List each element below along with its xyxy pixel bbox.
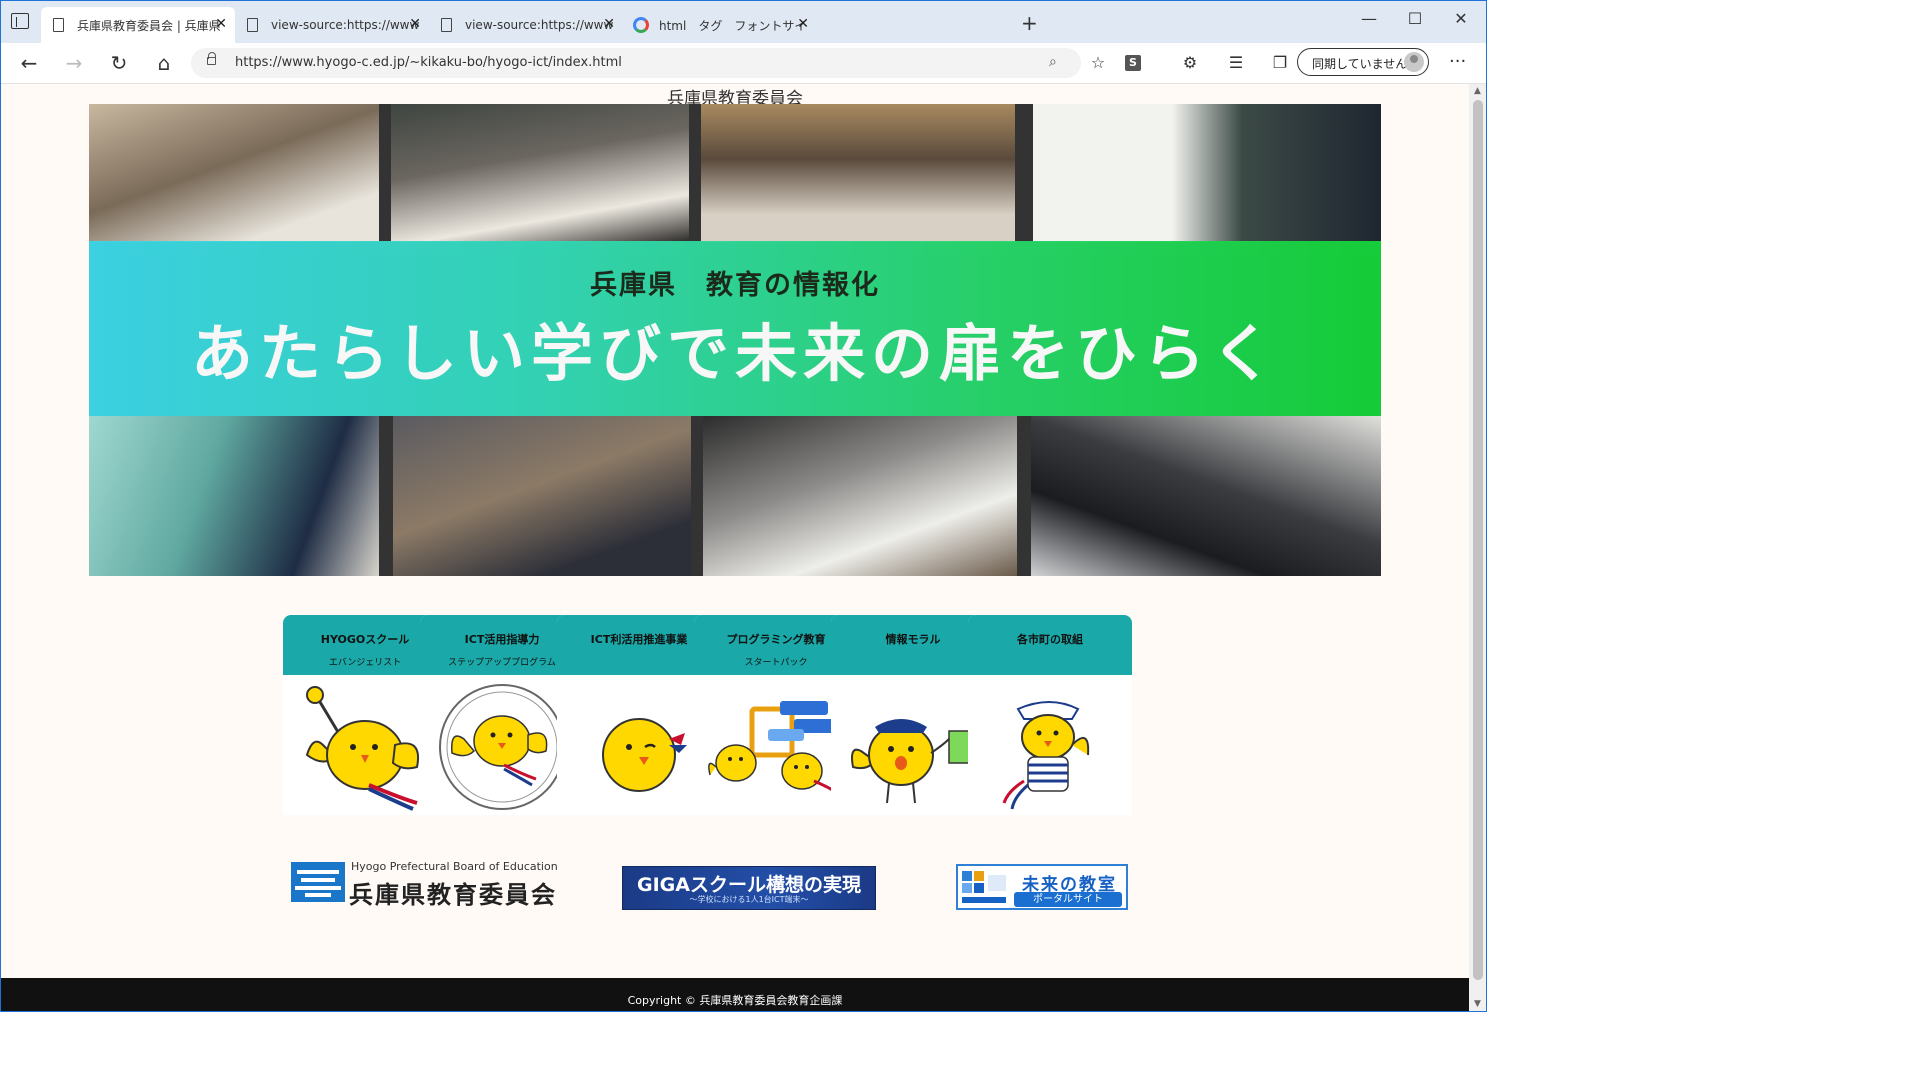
extensions-icon[interactable]: ⚙ [1177, 53, 1203, 72]
close-icon[interactable]: ✕ [215, 16, 227, 32]
tab-label: 兵庫県教育委員会 | 兵庫県 教育 [77, 18, 225, 33]
maximize-button[interactable]: ☐ [1395, 9, 1435, 28]
favorite-add-icon[interactable]: ☆ [1085, 53, 1111, 72]
collections-icon[interactable]: ❐ [1267, 53, 1293, 72]
document-icon [247, 18, 258, 32]
tab-hyogo-board[interactable]: 兵庫県教育委員会 | 兵庫県 教育 ✕ [41, 7, 235, 43]
classroom-photo [393, 416, 691, 576]
browser-window: 兵庫県教育委員会 | 兵庫県 教育 ✕ view-source:https://… [0, 0, 1487, 1012]
mascot-sailor-icon [1002, 701, 1090, 810]
reload-button[interactable]: ↻ [104, 51, 134, 75]
tab-google-search[interactable]: html タグ フォントサイズ - Googl ✕ [623, 7, 817, 43]
favorites-icon[interactable]: ☰ [1223, 53, 1249, 72]
future-classroom-link[interactable]: 未来の教室 ポータルサイト [956, 864, 1128, 910]
home-button[interactable]: ⌂ [149, 51, 179, 75]
hyogo-board-link[interactable]: Hyogo Prefectural Board of Education 兵庫県… [291, 860, 558, 909]
page-footer: Copyright © 兵庫県教育委員会教育企画課 [1, 978, 1469, 1011]
scroll-down-icon[interactable]: ▼ [1474, 999, 1481, 1009]
close-icon[interactable]: ✕ [603, 16, 615, 32]
tab-actions-icon[interactable] [11, 13, 29, 29]
scroll-up-icon[interactable]: ▲ [1474, 86, 1481, 96]
google-icon [633, 17, 649, 33]
banner-title: あたらしい学びで未来の扉をひらく [190, 317, 1279, 390]
hero-collage: 兵庫県 教育の情報化 あたらしい学びで未来の扉をひらく [89, 104, 1381, 576]
back-button[interactable]: ← [14, 51, 44, 75]
tab-bar: 兵庫県教育委員会 | 兵庫県 教育 ✕ view-source:https://… [1, 1, 1486, 43]
classroom-photo [703, 416, 1017, 576]
card-header: 各市町の取組 [968, 615, 1132, 675]
profile-sync-button[interactable]: 同期していません [1297, 48, 1429, 76]
banner-subtitle: 兵庫県 教育の情報化 [590, 270, 880, 301]
document-icon [441, 18, 452, 32]
future-classroom-portal: ポータルサイト [1014, 892, 1122, 907]
sync-label: 同期していません [1312, 57, 1408, 71]
page-scrollbar[interactable]: ▲ ▼ [1469, 84, 1486, 1011]
url-text[interactable]: https://www.hyogo-c.ed.jp/~kikaku-bo/hyo… [235, 55, 622, 70]
hyogo-board-japanese: 兵庫県教育委員会 [349, 881, 557, 909]
classroom-photo [1031, 416, 1381, 576]
minimize-button[interactable]: — [1349, 9, 1389, 28]
more-menu-button[interactable]: ··· [1449, 51, 1466, 72]
giga-school-link[interactable]: GIGAスクール構想の実現 〜学校における1人1台ICT端末〜 [622, 866, 876, 910]
hyogo-board-english: Hyogo Prefectural Board of Education [351, 860, 558, 873]
close-icon[interactable]: ✕ [409, 16, 421, 32]
tab-label: html タグ フォントサイズ - Googl [659, 18, 807, 33]
lock-icon[interactable] [207, 52, 216, 65]
classroom-photo [701, 104, 1015, 242]
tab-view-source-1[interactable]: view-source:https://www.hyogo- ✕ [235, 7, 429, 43]
document-icon [53, 18, 64, 32]
close-window-button[interactable]: ✕ [1441, 9, 1481, 28]
page-content: 兵庫県教育委員会 兵庫県 教育の情報化 あたらしい学びで未来の扉をひらく HYO… [1, 84, 1469, 1011]
tab-view-source-2[interactable]: view-source:https://www.hyogo- ✕ [429, 7, 623, 43]
learning-innovation-logo-icon [962, 871, 1006, 903]
giga-subtitle: 〜学校における1人1台ICT端末〜 [689, 895, 809, 904]
s-extension-icon[interactable]: S [1125, 55, 1141, 71]
classroom-photo [89, 104, 379, 242]
classroom-photo [1033, 104, 1381, 242]
new-tab-button[interactable]: + [1021, 11, 1038, 35]
close-icon[interactable]: ✕ [797, 16, 809, 32]
hyogo-board-logo-icon [291, 862, 345, 902]
zoom-icon[interactable]: ⌕ [1049, 54, 1057, 70]
card-title: 各市町の取組 [1017, 633, 1083, 646]
address-bar[interactable]: https://www.hyogo-c.ed.jp/~kikaku-bo/hyo… [191, 48, 1081, 78]
classroom-photo [89, 416, 379, 576]
tab-label: view-source:https://www.hyogo- [271, 18, 419, 32]
hero-banner: 兵庫県 教育の情報化 あたらしい学びで未来の扉をひらく [89, 241, 1381, 416]
avatar [1404, 52, 1424, 72]
classroom-photo [391, 104, 689, 242]
forward-button[interactable]: → [59, 51, 89, 75]
card-municipal-efforts[interactable]: 各市町の取組 [968, 615, 1132, 815]
giga-title: GIGAスクール構想の実現 [637, 874, 861, 896]
scrollbar-thumb[interactable] [1473, 100, 1483, 980]
navigation-bar: ← → ↻ ⌂ https://www.hyogo-c.ed.jp/~kikak… [1, 43, 1486, 84]
tab-label: view-source:https://www.hyogo- [465, 18, 613, 32]
